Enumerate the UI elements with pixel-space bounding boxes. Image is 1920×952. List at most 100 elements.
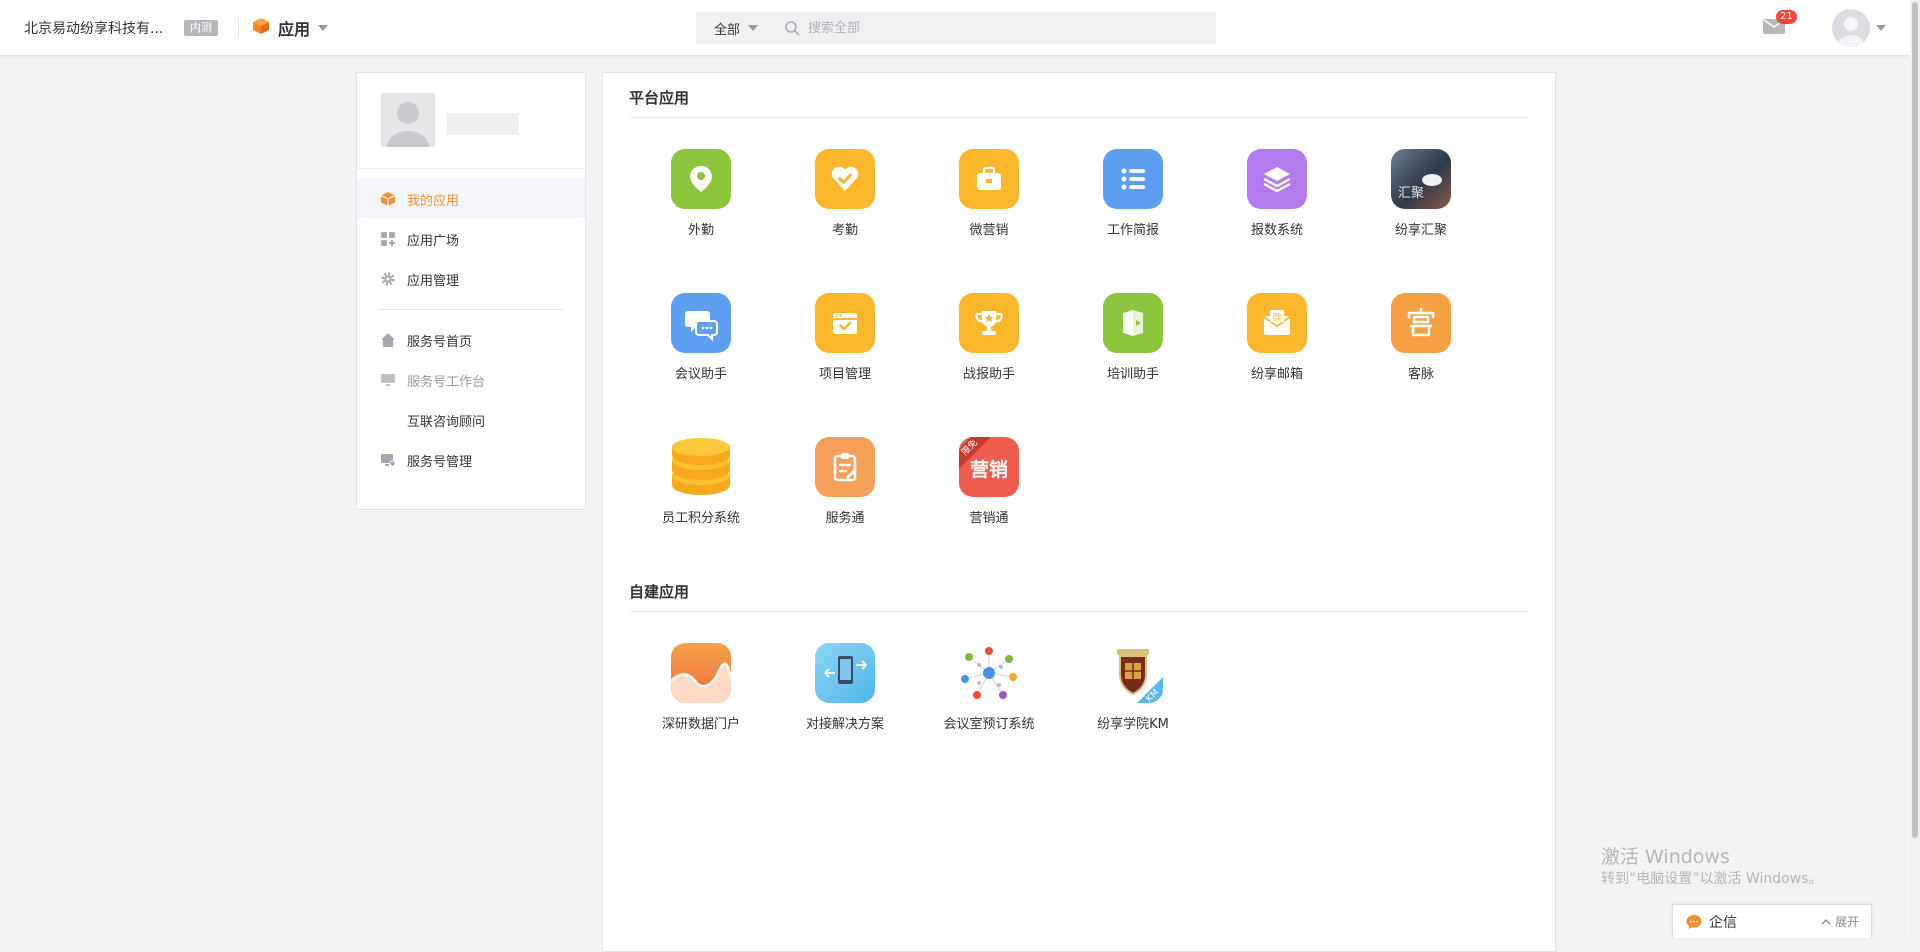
app-name: 营销通	[969, 511, 1009, 526]
app-fxiaoke-huiju[interactable]: 汇聚 纷享汇聚	[1349, 149, 1493, 238]
envelope-at-icon: @	[1247, 293, 1307, 353]
sidebar-item-service-home[interactable]: 服务号首页	[357, 320, 585, 360]
divider	[629, 611, 1529, 612]
top-bar: 北京易动纷享科技有... 内测 应用 全部 21	[0, 0, 1910, 56]
sidebar-item-label: 应用管理	[407, 273, 460, 289]
app-name: 考勤	[831, 223, 858, 238]
monitor-icon	[379, 371, 397, 389]
network-icon	[959, 643, 1019, 703]
chat-expand-button[interactable]: 展开	[1821, 913, 1859, 930]
app-name: 客脉	[1407, 367, 1434, 382]
company-name[interactable]: 北京易动纷享科技有...	[24, 18, 163, 38]
cube-icon	[252, 17, 270, 39]
search-input[interactable]	[808, 12, 1216, 44]
crest-icon: KM	[1103, 643, 1163, 703]
wave-chart-icon	[671, 643, 731, 703]
sidebar-item-label: 服务号管理	[407, 454, 473, 470]
clipboard-edit-icon	[815, 437, 875, 497]
app-waiqin[interactable]: 外勤	[629, 149, 773, 238]
sidebar-item-my-apps[interactable]: 我的应用	[357, 179, 585, 219]
sidebar-item-app-square[interactable]: 应用广场	[357, 219, 585, 259]
app-weiyingxiao[interactable]: 微营销	[917, 149, 1061, 238]
heart-check-icon	[815, 149, 875, 209]
sidebar-nav: 我的应用 应用广场 应用管理 服务号首页 服务号工作台 互联咨询顾问 服务号管理	[357, 169, 585, 480]
app-training-assistant[interactable]: 培训助手	[1061, 293, 1205, 382]
marketing-icon: 营销 限免	[959, 437, 1019, 497]
beta-badge: 内测	[184, 20, 218, 36]
chat-bar[interactable]: 企信 展开	[1672, 904, 1872, 938]
sidebar-item-app-management[interactable]: 应用管理	[357, 259, 585, 299]
app-switcher-label: 应用	[278, 20, 311, 39]
sidebar-item-label: 互联咨询顾问	[407, 414, 486, 430]
app-name: 纷享汇聚	[1394, 223, 1447, 238]
svg-text:@: @	[1272, 312, 1282, 323]
profile-name-placeholder	[447, 113, 519, 135]
section-title-platform: 平台应用	[629, 89, 690, 107]
mail-button[interactable]: 21	[1762, 10, 1797, 40]
location-pin-icon	[671, 149, 731, 209]
app-meeting-room-booking[interactable]: 会议室预订系统	[917, 643, 1061, 732]
photo-icon: 汇聚	[1391, 149, 1451, 209]
sidebar-item-label: 我的应用	[407, 193, 460, 209]
app-service-tong[interactable]: 服务通	[773, 437, 917, 526]
sidebar-item-label: 服务号工作台	[407, 374, 486, 390]
activation-watermark-text: 转到“电脑设置”以激活 Windows。	[1601, 871, 1823, 887]
activation-watermark-title: 激活 Windows	[1601, 846, 1730, 868]
sidebar-item-label: 服务号首页	[407, 334, 473, 350]
section-title-custom: 自建应用	[629, 583, 690, 601]
divider	[379, 309, 563, 310]
divider	[629, 117, 1529, 118]
chat-bubbles-icon	[671, 293, 731, 353]
kemai-icon	[1391, 293, 1451, 353]
book-play-icon	[1103, 293, 1163, 353]
search-scope-label: 全部	[714, 22, 741, 38]
app-switcher[interactable]: 应用	[252, 14, 329, 42]
avatar	[1832, 9, 1870, 47]
unread-badge: 21	[1776, 10, 1797, 24]
gear-icon	[379, 270, 397, 288]
sidebar-item-service-workbench[interactable]: 服务号工作台	[357, 360, 585, 400]
app-kaoqin[interactable]: 考勤	[773, 149, 917, 238]
app-fxiaoke-academy-km[interactable]: KM 纷享学院KM	[1061, 643, 1205, 732]
page-scrollbar[interactable]	[1910, 0, 1920, 938]
app-name: 纷享学院KM	[1097, 717, 1169, 732]
calendar-check-icon	[815, 293, 875, 353]
app-name: 项目管理	[818, 367, 871, 382]
search-bar: 全部	[696, 12, 1216, 44]
app-integration-solution[interactable]: 对接解决方案	[773, 643, 917, 732]
app-research-portal[interactable]: 深研数据门户	[629, 643, 773, 732]
sidebar-item-label: 应用广场	[407, 233, 460, 249]
app-name: 工作简报	[1106, 223, 1159, 238]
chat-label: 企信	[1709, 914, 1737, 931]
avatar[interactable]	[381, 93, 435, 147]
cube-icon	[379, 190, 397, 208]
sidebar-item-service-management[interactable]: 服务号管理	[357, 440, 585, 480]
divider	[238, 18, 239, 38]
app-report-system[interactable]: 报数系统	[1205, 149, 1349, 238]
user-menu[interactable]	[1832, 9, 1886, 47]
app-name: 微营销	[969, 223, 1009, 238]
grid-plus-icon	[379, 230, 397, 248]
app-battle-report[interactable]: 战报助手	[917, 293, 1061, 382]
app-project-management[interactable]: 项目管理	[773, 293, 917, 382]
list-icon	[1103, 149, 1163, 209]
app-name: 报数系统	[1250, 223, 1303, 238]
app-name: 深研数据门户	[661, 717, 740, 732]
app-name: 培训助手	[1106, 367, 1159, 382]
search-scope-select[interactable]: 全部	[696, 19, 776, 38]
chevron-down-icon	[1876, 25, 1886, 31]
app-employee-points[interactable]: 员工积分系统	[629, 437, 773, 526]
app-marketing-tong[interactable]: 营销 限免 营销通	[917, 437, 1061, 526]
app-work-report[interactable]: 工作简报	[1061, 149, 1205, 238]
sidebar-item-consultant[interactable]: 互联咨询顾问	[357, 400, 585, 440]
monitor-gear-icon	[379, 451, 397, 469]
app-kemai[interactable]: 客脉	[1349, 293, 1493, 382]
scrollbar-thumb[interactable]	[1912, 2, 1918, 838]
chevron-down-icon	[748, 25, 759, 31]
app-fxiaoke-mail[interactable]: @ 纷享邮箱	[1205, 293, 1349, 382]
app-name: 外勤	[687, 223, 714, 238]
app-meeting-assistant[interactable]: 会议助手	[629, 293, 773, 382]
briefcase-icon	[959, 149, 1019, 209]
profile-card	[357, 73, 585, 169]
app-name: 服务通	[825, 511, 865, 526]
